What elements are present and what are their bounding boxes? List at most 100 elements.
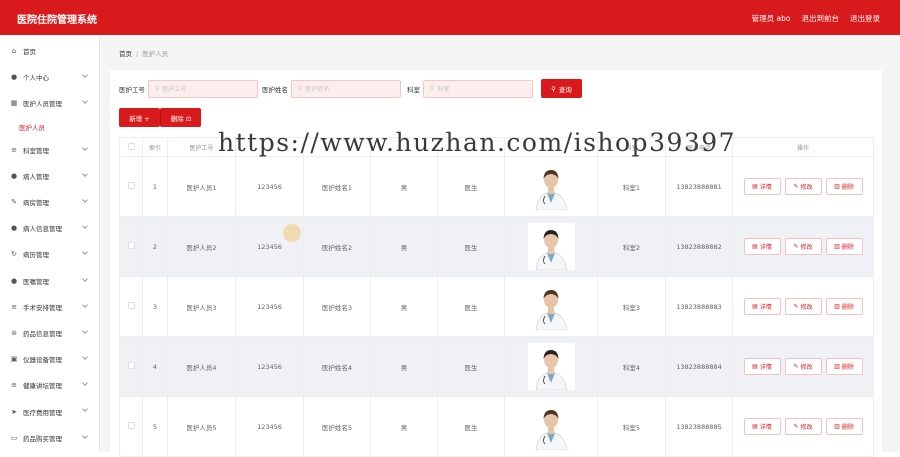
staff-no-cell: 医护人员1 [167,156,236,217]
delete-label: 删除 [841,424,854,431]
delete-button[interactable]: ▥ 删除 [825,178,863,195]
table-row: 4 医护人员4 123456 医护姓名4 男医生 科室4 13823888884 ▤ 详情 ✎ 修改… [119,336,874,397]
row-select-cell [119,396,143,457]
sidebar-subitem-staff[interactable]: 医护人员 [0,117,99,137]
sidebar-item-label: 病历管理 [23,251,49,260]
table-row: 2 医护人员2 123456 医护姓名2 男医生 科室2 13823888882 ▤ 详情 ✎ 修改… [119,216,874,277]
trash-icon: ▥ [834,363,840,370]
sidebar: ⌂ 首页 ● 个人中心 ▦ 医护人员管理 医护人员 ≡ 科室管理 ● 病人管理 ✎ 病房管理 ● 病人信息管… [0,35,100,452]
sidebar-item-label: 医疗费用管理 [23,408,62,417]
edit-button[interactable]: ✎ 修改 [784,298,822,315]
add-button[interactable]: 新增 + [119,108,160,127]
password-cell: 123456 [235,396,304,457]
row-checkbox[interactable] [127,362,135,369]
dept-cell: 科室1 [597,156,666,217]
edit-label: 修改 [800,304,813,311]
delete-label: 删除 [841,244,854,251]
sidebar-item-0[interactable]: ⌂ 首页 [0,38,99,64]
detail-button[interactable]: ▤ 详情 [743,238,781,255]
row-checkbox[interactable] [127,242,135,249]
edit-button[interactable]: ✎ 修改 [784,358,822,375]
delete-button[interactable]: ▥ 删除 [825,238,863,255]
phone-cell: 13823888883 [665,276,733,337]
document-icon: ▤ [752,243,758,250]
search-icon: ⚲ [551,84,556,93]
photo-cell [504,336,598,397]
detail-button[interactable]: ▤ 详情 [743,298,781,315]
phone-cell: 13823888884 [665,336,733,397]
sidebar-item-6[interactable]: ● 病人信息管理 [0,215,99,241]
row-checkbox[interactable] [127,182,135,189]
staff-no-input[interactable]: ⚲ 医护工号 [148,79,258,98]
sidebar-item-7[interactable]: ↻ 病历管理 [0,241,99,267]
edit-button[interactable]: ✎ 修改 [784,418,822,435]
password-cell: 123456 [235,156,304,217]
edit-label: 修改 [800,424,813,431]
phone-cell: 13823888882 [665,216,733,277]
sidebar-item-1[interactable]: ● 个人中心 [0,64,99,90]
row-checkbox[interactable] [127,422,135,429]
delete-label: 删除 [841,364,854,371]
detail-label: 详情 [759,244,772,251]
detail-label: 详情 [759,424,772,431]
staff-name-cell: 医护姓名3 [303,276,371,337]
delete-button[interactable]: ▥ 删除 [825,298,863,315]
dept-cell: 科室5 [597,396,666,457]
user-icon: ● [10,171,18,180]
sidebar-item-14[interactable]: ▭ 药品购买管理 [0,425,99,451]
sidebar-item-label: 病房管理 [23,199,49,208]
staff-no-label: 医护工号 [119,85,145,94]
dept-input[interactable]: ⚲ 科室 [423,79,533,98]
sidebar-item-8[interactable]: ● 医嘱管理 [0,268,99,294]
back-to-frontend-link[interactable]: 退出到前台 [802,13,840,24]
column-header[interactable] [119,137,143,157]
detail-label: 详情 [759,364,772,371]
row-checkbox[interactable] [127,302,135,309]
sidebar-item-9[interactable]: ≡ 手术安排管理 [0,294,99,320]
breadcrumb-home[interactable]: 首页 [119,50,132,58]
delete-button[interactable]: ▥ 删除 [825,358,863,375]
logout-link[interactable]: 退出登录 [850,13,880,24]
query-button[interactable]: ⚲ 查询 [541,79,582,98]
select-all-checkbox[interactable] [127,142,135,150]
breadcrumb-current: 医护人员 [142,50,169,58]
sidebar-item-11[interactable]: ▣ 仪器设备管理 [0,346,99,372]
chevron-down-icon [82,98,88,105]
doctor-photo [527,223,575,271]
sidebar-item-label: 个人中心 [23,74,49,83]
dept-cell: 科室2 [597,216,666,277]
index-cell: 1 [142,156,168,217]
sidebar-item-3[interactable]: ≡ 科室管理 [0,137,99,163]
title-cell: 医生 [437,156,505,217]
staff-name-input[interactable]: ⚲ 医护姓名 [291,79,401,98]
staff-table: 索引 医护工号 科室 联系电话 操作 1 医护人员1 123456 医护姓名1 男医生 科室1 13… [119,137,874,457]
search-bar: 医护工号 ⚲ 医护工号 医护姓名 ⚲ 医护姓名 科室 ⚲ 科室 ⚲ 查询 [119,79,582,98]
current-user: 管理员 abo [751,14,791,23]
list-icon: ≡ [11,381,17,390]
chevron-down-icon [82,354,88,360]
sidebar-item-4[interactable]: ● 病人管理 [0,163,99,189]
sidebar-item-13[interactable]: ➤ 医疗费用管理 [0,398,99,424]
title-cell: 医生 [437,216,505,277]
gender-cell: 男 [370,216,438,277]
sidebar-item-label: 药品购买管理 [23,434,62,443]
sidebar-item-label: 病人管理 [23,172,49,181]
home-icon: ⌂ [11,47,17,56]
sidebar-item-12[interactable]: ≡ 健康讲坛管理 [0,372,99,398]
detail-button[interactable]: ▤ 详情 [743,418,781,435]
index-cell: 2 [142,216,168,277]
header-links: 管理员 abo 退出到前台 退出登录 [752,13,880,24]
sidebar-item-5[interactable]: ✎ 病房管理 [0,189,99,215]
detail-button[interactable]: ▤ 详情 [743,178,781,195]
detail-button[interactable]: ▤ 详情 [743,358,781,375]
delete-button[interactable]: ▥ 删除 [825,418,863,435]
detail-label: 详情 [759,304,772,311]
sidebar-item-2[interactable]: ▦ 医护人员管理 [0,90,99,116]
edit-button[interactable]: ✎ 修改 [784,178,822,195]
gender-cell: 男 [370,336,438,397]
edit-button[interactable]: ✎ 修改 [784,238,822,255]
sidebar-item-10[interactable]: ⊜ 药品信息管理 [0,320,99,346]
chevron-down-icon [82,72,88,79]
row-select-cell [119,276,143,337]
batch-delete-button[interactable]: 删除 ⊡ [160,108,201,127]
